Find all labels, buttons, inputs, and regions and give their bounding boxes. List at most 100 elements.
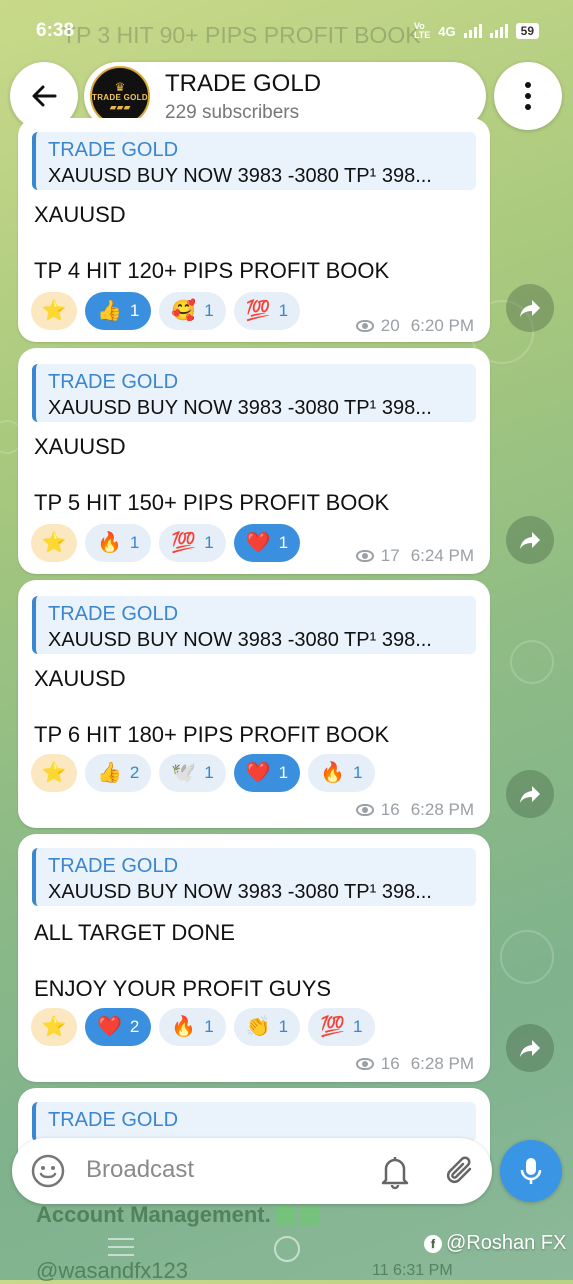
reaction-clap[interactable]: 👏 1 (233, 1008, 301, 1046)
fire-icon: 🔥 (97, 532, 122, 554)
reply-quote[interactable]: TRADE GOLD XAUUSD BUY NOW 3983 -3080 TP¹… (32, 132, 476, 190)
message-input-bar[interactable]: Broadcast (12, 1138, 492, 1204)
channel-avatar[interactable]: ♛ TRADE GOLD ▰▰▰ (90, 66, 150, 126)
star-icon: ⭐ (41, 532, 67, 554)
eye-icon (355, 804, 374, 816)
fire-icon: 🔥 (320, 762, 346, 784)
message-text: Account Management. (36, 1202, 319, 1228)
message-text: ALL TARGET DONE (34, 920, 235, 945)
reaction-fire[interactable]: 🔥 1 (85, 524, 152, 562)
heart-icon: ❤️ (245, 532, 271, 554)
reaction-heart[interactable]: ❤️ 1 (233, 754, 301, 792)
more-options-button[interactable] (494, 62, 562, 130)
eye-icon (355, 550, 374, 562)
reaction-count: 1 (204, 763, 214, 782)
attach-icon[interactable] (443, 1152, 479, 1190)
reaction-dove[interactable]: 🕊️ 1 (159, 754, 226, 792)
reaction-thumbs-up[interactable]: 👍 2 (85, 754, 152, 792)
facebook-icon: f (424, 1234, 442, 1253)
check-icon (298, 1206, 319, 1227)
view-count: 16 (380, 1054, 400, 1073)
status-icons: Vo LTE 4G 59 (414, 22, 539, 40)
message-meta: 16 6:28 PM (355, 1054, 474, 1074)
message-time: 6:24 PM (410, 546, 474, 565)
share-arrow-icon (520, 300, 540, 317)
reaction-fire[interactable]: 🔥 1 (308, 754, 375, 792)
message-bubble[interactable]: TRADE GOLD XAUUSD BUY NOW 3983 -3080 TP¹… (18, 348, 490, 574)
fire-icon: 🔥 (171, 1016, 197, 1038)
share-arrow-icon (520, 532, 540, 549)
watermark: f @Roshan FX (424, 1232, 566, 1255)
message-meta: 11 6:31 PM (372, 1262, 453, 1279)
message-text: TP 4 HIT 120+ PIPS PROFIT BOOK (34, 258, 390, 283)
back-arrow-icon (32, 85, 57, 107)
reaction-star[interactable]: ⭐ (31, 754, 77, 792)
heart-icon: ❤️ (97, 1016, 122, 1038)
message-bubble[interactable]: TRADE GOLD XAUUSD BUY NOW 3983 -3080 TP¹… (18, 834, 490, 1082)
reaction-hundred[interactable]: 💯 1 (308, 1008, 375, 1046)
reaction-heart[interactable]: ❤️ 1 (233, 524, 301, 562)
share-arrow-icon (520, 786, 540, 803)
view-count: 16 (380, 800, 400, 819)
reaction-heart[interactable]: ❤️ 2 (85, 1008, 152, 1046)
dove-icon: 🕊️ (171, 762, 197, 784)
reactions-row: ⭐ 👍 2 🕊️ 1 ❤️ 1 🔥 1 (31, 754, 375, 792)
nav-menu-icon[interactable] (108, 1238, 134, 1256)
reaction-hundred[interactable]: 💯 1 (159, 524, 226, 562)
reactions-row: ⭐ 👍 1 🥰 1 💯 1 (31, 292, 301, 330)
share-button[interactable] (506, 516, 554, 564)
reaction-star[interactable]: ⭐ (31, 524, 77, 562)
ghost-message-text: TP 3 HIT 90+ PIPS PROFIT BOOK (62, 22, 421, 48)
microphone-button[interactable] (500, 1140, 562, 1202)
share-button[interactable] (506, 770, 554, 818)
clap-icon: 👏 (245, 1016, 271, 1038)
reply-author: TRADE GOLD (48, 1109, 179, 1131)
reaction-fire[interactable]: 🔥 1 (159, 1008, 226, 1046)
reaction-count: 1 (129, 301, 140, 320)
reply-quote[interactable]: TRADE GOLD XAUUSD BUY NOW 3983 -3080 TP¹… (32, 848, 476, 906)
reaction-star[interactable]: ⭐ (31, 1008, 77, 1046)
message-time: 6:20 PM (410, 316, 474, 335)
reaction-thumbs-up[interactable]: 👍 1 (85, 292, 152, 330)
microphone-icon (520, 1158, 542, 1184)
reply-author: TRADE GOLD (48, 371, 179, 393)
reaction-count: 1 (278, 301, 289, 320)
view-count: 17 (380, 546, 400, 565)
thumbs-up-icon: 👍 (97, 300, 122, 322)
message-text: ENJOY YOUR PROFIT GUYS (34, 976, 332, 1001)
reply-text: XAUUSD BUY NOW 3983 -3080 TP¹ 398... (48, 397, 432, 419)
message-text: XAUUSD (34, 202, 126, 227)
bell-icon[interactable] (378, 1152, 412, 1190)
message-time: 6:28 PM (410, 1054, 474, 1073)
status-time: 6:38 (36, 20, 75, 41)
reaction-count: 1 (129, 533, 140, 552)
reaction-count: 1 (278, 533, 289, 552)
message-bubble[interactable]: TRADE GOLD XAUUSD BUY NOW 3983 -3080 TP¹… (18, 118, 490, 342)
reply-quote[interactable]: TRADE GOLD XAUUSD BUY NOW 3983 -3080 TP¹… (32, 364, 476, 422)
reaction-hundred[interactable]: 💯 1 (233, 292, 301, 330)
reactions-row: ⭐ 🔥 1 💯 1 ❤️ 1 (31, 524, 301, 562)
status-bar: TP 3 HIT 90+ PIPS PROFIT BOOK 6:38 Vo LTE… (0, 0, 573, 58)
reply-quote[interactable]: TRADE GOLD (32, 1102, 476, 1142)
message-bubble[interactable]: TRADE GOLD XAUUSD BUY NOW 3983 -3080 TP¹… (18, 580, 490, 828)
reply-quote[interactable]: TRADE GOLD XAUUSD BUY NOW 3983 -3080 TP¹… (32, 596, 476, 654)
reaction-count: 2 (129, 1017, 140, 1036)
reaction-star[interactable]: ⭐ (31, 292, 77, 330)
reaction-count: 1 (353, 1017, 363, 1036)
star-icon: ⭐ (41, 1016, 67, 1038)
channel-title: TRADE GOLD (165, 70, 322, 97)
star-icon: ⭐ (41, 300, 67, 322)
reply-author: TRADE GOLD (48, 603, 179, 625)
share-button[interactable] (506, 284, 554, 332)
signal-icon (463, 24, 482, 38)
share-button[interactable] (506, 1024, 554, 1072)
reply-text: XAUUSD BUY NOW 3983 -3080 TP¹ 398... (48, 629, 432, 651)
reaction-smiling-hearts[interactable]: 🥰 1 (159, 292, 226, 330)
crown-icon: ♛ (114, 79, 126, 94)
reply-text: XAUUSD BUY NOW 3983 -3080 TP¹ 398... (48, 165, 432, 187)
nav-home-icon[interactable] (274, 1236, 300, 1262)
hundred-icon: 💯 (171, 532, 197, 554)
volte-icon: Vo LTE (413, 21, 431, 40)
broadcast-input[interactable]: Broadcast (86, 1156, 194, 1184)
emoji-icon[interactable] (30, 1153, 66, 1189)
